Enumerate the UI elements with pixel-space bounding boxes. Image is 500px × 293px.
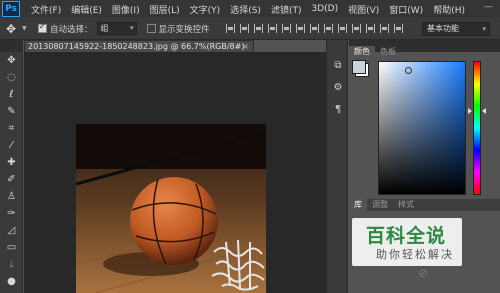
gradient-tool-icon[interactable]: ▭ [0, 239, 23, 256]
color-panel [349, 58, 500, 198]
stamp-tool-icon[interactable]: ♙ [0, 188, 23, 205]
cloud-link-icon: ⊘ [418, 266, 429, 280]
blur-tool-icon[interactable]: 💧︎ [0, 256, 23, 273]
history-icon[interactable]: ⧉ [327, 54, 349, 76]
menu-file[interactable]: 文件(F) [26, 3, 66, 16]
photoshop-window: Ps 文件(F) 编辑(E) 图像(I) 图层(L) 文字(Y) 选择(S) 滤… [0, 0, 500, 293]
distribute-left-icon[interactable] [351, 24, 361, 33]
crop-tool-icon[interactable]: ⌗ [0, 120, 23, 137]
distribute-hcenter-icon[interactable] [365, 24, 375, 33]
watermark-title: 百科全说 [366, 225, 447, 247]
menu-select[interactable]: 选择(S) [225, 3, 266, 16]
history-brush-tool-icon[interactable]: ✑ [0, 205, 23, 222]
eraser-tool-icon[interactable]: ◿ [0, 222, 23, 239]
distribute-vcenter-icon[interactable] [323, 24, 333, 33]
align-top-icon[interactable] [225, 24, 235, 33]
auto-select-dropdown[interactable]: 组 [96, 22, 137, 35]
tab-adjustments[interactable]: 调整 [367, 199, 393, 211]
move-icon[interactable]: ✥ [0, 19, 22, 39]
eyedropper-tool-icon[interactable]: ⁄ [0, 137, 23, 154]
auto-select-label: 自动选择： [50, 24, 93, 35]
lasso-tool-icon[interactable]: ℓ [0, 86, 23, 103]
canvas-area[interactable] [24, 52, 326, 293]
quick-select-tool-icon[interactable]: ✎ [0, 103, 23, 120]
tools-panel: ✥ ◌ ℓ ✎ ⌗ ⁄ ✚ ✐ ♙ ✑ ◿ ▭ 💧︎ ● [0, 52, 23, 293]
menu-edit[interactable]: 编辑(E) [66, 3, 107, 16]
picker-cursor[interactable] [405, 67, 412, 74]
properties-icon[interactable]: ⚙ [327, 76, 349, 98]
align-left-icon[interactable] [267, 24, 277, 33]
hue-slider[interactable] [473, 61, 481, 195]
menu-3d[interactable]: 3D(D) [306, 4, 343, 14]
color-picker-field[interactable] [378, 61, 466, 195]
menu-type[interactable]: 文字(Y) [185, 3, 226, 16]
menu-bar: Ps 文件(F) 编辑(E) 图像(I) 图层(L) 文字(Y) 选择(S) 滤… [0, 0, 500, 18]
minimize-icon[interactable]: — [484, 2, 496, 14]
document-title: 20130807145922-1850248823.jpg @ 66.7%(RG… [28, 42, 245, 51]
align-bottom-icon[interactable] [253, 24, 263, 33]
ps-logo: Ps [2, 1, 20, 17]
lower-panel-tabs: 库 调整 样式 [349, 199, 500, 211]
move-tool-icon[interactable]: ✥ [0, 52, 23, 69]
tools-panel-grip[interactable] [0, 40, 23, 52]
show-transform-label: 显示变换控件 [158, 24, 210, 35]
paragraph-icon[interactable]: ¶ [327, 98, 349, 120]
panel-icon-strip: ⧉ ⚙ ¶ [326, 40, 348, 293]
menu-filter[interactable]: 滤镜(T) [266, 3, 307, 16]
dodge-tool-icon[interactable]: ● [0, 273, 23, 290]
menu-image[interactable]: 图像(I) [107, 3, 145, 16]
distribute-top-icon[interactable] [309, 24, 319, 33]
workspace-dropdown[interactable]: 基本功能 [422, 22, 490, 36]
tab-color[interactable]: 颜色 [349, 46, 375, 58]
auto-select-checkbox[interactable] [38, 22, 47, 33]
hue-marker-left[interactable] [468, 108, 472, 114]
healing-tool-icon[interactable]: ✚ [0, 154, 23, 171]
marquee-tool-icon[interactable]: ◌ [0, 69, 23, 86]
options-bar: ✥ ▼ 自动选择： 组 显示变换控件 基本功能 [0, 18, 500, 40]
show-transform-checkbox[interactable] [146, 24, 156, 33]
menu-help[interactable]: 帮助(H) [428, 3, 470, 16]
align-hcenter-icon[interactable] [281, 24, 291, 33]
align-buttons [225, 24, 403, 33]
menu-layer[interactable]: 图层(L) [145, 3, 185, 16]
document-image[interactable] [76, 124, 266, 293]
foreground-color-swatch[interactable] [352, 60, 366, 74]
brush-tool-icon[interactable]: ✐ [0, 171, 23, 188]
tab-libraries[interactable]: 库 [349, 199, 367, 211]
tab-swatches[interactable]: 色板 [375, 46, 401, 58]
tab-styles[interactable]: 样式 [393, 199, 419, 211]
document-tab[interactable]: 20130807145922-1850248823.jpg @ 66.7%(RG… [24, 40, 254, 52]
close-icon[interactable]: × [242, 41, 249, 52]
distribute-bottom-icon[interactable] [337, 24, 347, 33]
color-panel-tabs: 颜色 色板 [349, 46, 500, 58]
menu-window[interactable]: 窗口(W) [384, 3, 428, 16]
watermark: 百科全说 助你轻松解决 [352, 218, 462, 266]
hue-marker-right[interactable] [482, 108, 486, 114]
menu-view[interactable]: 视图(V) [343, 3, 384, 16]
auto-align-icon[interactable] [393, 24, 403, 33]
distribute-right-icon[interactable] [379, 24, 389, 33]
align-right-icon[interactable] [295, 24, 305, 33]
chevron-down-icon[interactable]: ▼ [22, 25, 30, 32]
align-vcenter-icon[interactable] [239, 24, 249, 33]
watermark-subtitle: 助你轻松解决 [376, 248, 454, 261]
